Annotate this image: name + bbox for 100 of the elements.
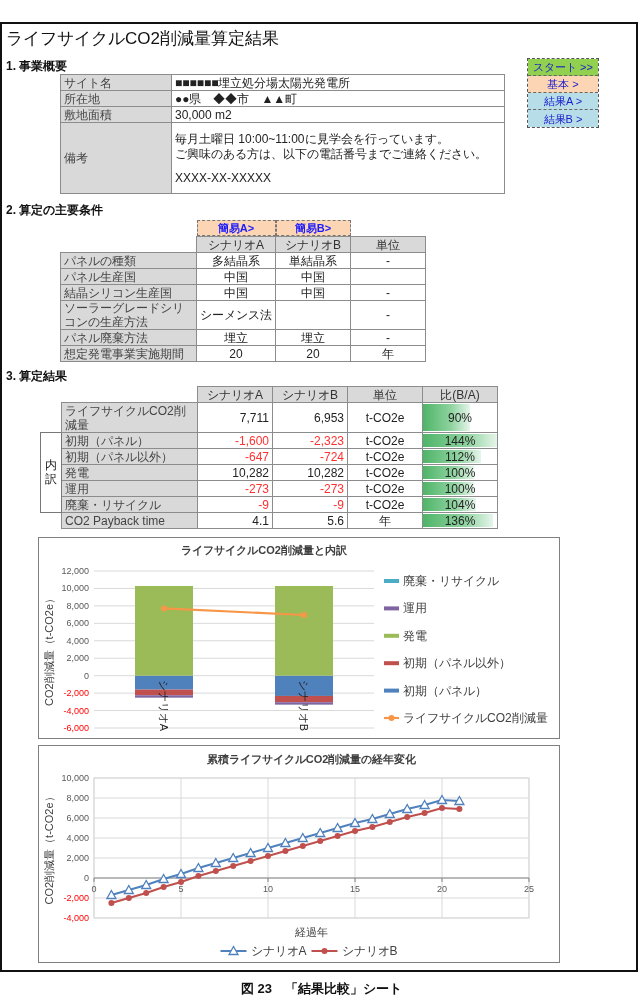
table-cell: 多結晶系 xyxy=(196,252,276,269)
phone-number: XXXX-XX-XXXXX xyxy=(175,170,273,185)
ratio-value: 136% xyxy=(444,513,476,528)
axis-tick-label: 10,000 xyxy=(61,773,89,783)
table-cell: 中国 xyxy=(196,268,276,285)
table-cell: シーメンス法 xyxy=(196,300,276,330)
axis-tick-label: 10 xyxy=(263,884,273,894)
legend-line-icon xyxy=(310,948,339,954)
column-header: 比(B/A) xyxy=(422,386,498,403)
table-cell: 6,953 xyxy=(272,402,348,433)
table-cell: 埋立 xyxy=(196,329,276,346)
axis-title: CO2削減量（t-CO2e） xyxy=(43,791,55,905)
legend-swatch-icon xyxy=(384,606,399,611)
table-cell: ●●県 ◆◆市 ▲▲町 xyxy=(171,90,505,107)
table-cell: -273 xyxy=(197,480,273,497)
column-header: シナリオA xyxy=(197,386,273,403)
column-header: 単位 xyxy=(347,386,423,403)
preset-button[interactable]: 簡易A> xyxy=(196,220,276,236)
table-cell: 20 xyxy=(275,345,351,362)
table-cell: -647 xyxy=(197,448,273,465)
table-cell: 埋立 xyxy=(275,329,351,346)
axis-tick-label: -4,000 xyxy=(63,705,89,716)
column-header: シナリオB xyxy=(272,386,348,403)
ratio-value: 144% xyxy=(444,433,476,448)
nav-button[interactable]: 基本 > xyxy=(528,76,598,93)
ratio-value: 90% xyxy=(448,410,472,425)
category-label: シナリオA xyxy=(158,679,170,731)
axis-tick-label: 0 xyxy=(91,884,97,894)
table-cell: t-CO2e xyxy=(347,464,423,481)
note-text: ご興味のある方は、以下の電話番号までご連絡ください。 xyxy=(175,146,488,162)
axis-tick-label: 0 xyxy=(84,670,89,681)
table-cell: - xyxy=(350,252,426,269)
ratio-value: 100% xyxy=(444,481,476,496)
axis-tick-label: 10,000 xyxy=(61,583,89,594)
row-label: ソーラーグレードシリコンの生産方法 xyxy=(60,300,197,330)
table-cell: ■■■■■■埋立処分場太陽光発電所 xyxy=(171,74,505,91)
axis-tick-label: 0 xyxy=(84,873,89,883)
table-cell: -273 xyxy=(272,480,348,497)
legend-line-icon xyxy=(384,715,399,721)
axis-tick-label: 8,000 xyxy=(66,600,89,611)
legend-label: シナリオB xyxy=(341,944,398,958)
axis-tick-label: 20 xyxy=(437,884,447,894)
section-heading: 3. 算定結果 xyxy=(6,368,69,384)
table-cell: t-CO2e xyxy=(347,448,423,465)
axis-tick-label: 2,000 xyxy=(66,653,89,664)
table-cell: t-CO2e xyxy=(347,480,423,497)
ratio-value: 100% xyxy=(444,465,476,480)
page-title: ライフサイクルCO2削減量算定結果 xyxy=(6,28,280,50)
axis-tick-label: -6,000 xyxy=(63,723,89,733)
axis-tick-label: 12,000 xyxy=(61,566,89,576)
table-cell: -724 xyxy=(272,448,348,465)
data-point xyxy=(301,612,307,618)
axis-title: CO2削減量（t-CO2e） xyxy=(43,592,55,707)
legend-swatch-icon xyxy=(384,579,399,583)
axis-tick-label: 4,000 xyxy=(66,833,89,843)
data-point xyxy=(161,605,167,612)
figure-caption: 図 23 「結果比較」シート xyxy=(239,980,404,998)
row-label: ライフサイクルCO2削減量 xyxy=(61,402,198,433)
table-cell: 中国 xyxy=(275,284,351,301)
table-cell: 5.6 xyxy=(272,512,348,529)
note-text: 毎月土曜日 10:00~11:00に見学会を行っています。 xyxy=(175,131,450,147)
table-cell: - xyxy=(350,329,426,346)
table-cell: t-CO2e xyxy=(347,432,423,449)
table-cell: 単結晶系 xyxy=(275,252,351,269)
table-cell: -9 xyxy=(272,496,348,513)
legend-line-icon xyxy=(219,945,248,956)
chart-title: 累積ライフサイクルCO2削減量の経年変化 xyxy=(206,753,417,765)
axis-tick-label: -2,000 xyxy=(63,893,89,903)
legend-label: 発電 xyxy=(403,628,427,643)
legend-label: 運用 xyxy=(403,601,427,616)
table-cell: -2,323 xyxy=(272,432,348,449)
nav-button[interactable]: 結果A > xyxy=(528,93,598,110)
axis-tick-label: -4,000 xyxy=(63,913,89,923)
category-label: シナリオB xyxy=(298,679,310,731)
column-header: 単位 xyxy=(350,236,426,253)
axis-tick-label: 5 xyxy=(178,884,184,894)
section-heading: 1. 事業概要 xyxy=(6,58,69,74)
table-cell: 4.1 xyxy=(197,512,273,529)
legend-swatch-icon xyxy=(384,688,399,693)
group-label: 内訳 xyxy=(40,432,62,513)
table-cell: 7,711 xyxy=(197,402,273,433)
axis-tick-label: 4,000 xyxy=(66,635,89,646)
table-cell: - xyxy=(350,300,426,330)
axis-title: 経過年 xyxy=(295,926,328,938)
table-cell: 中国 xyxy=(275,268,351,285)
ratio-value: 112% xyxy=(445,449,475,464)
legend-label: シナリオA xyxy=(250,944,307,958)
nav-button[interactable]: スタート >> xyxy=(528,59,598,76)
axis-tick-label: 8,000 xyxy=(66,793,89,803)
axis-tick-label: 25 xyxy=(524,884,534,894)
nav-button[interactable]: 結果B > xyxy=(528,110,598,127)
column-header: シナリオA xyxy=(196,236,276,253)
axis-tick-label: 6,000 xyxy=(66,813,89,823)
axis-tick-label: 15 xyxy=(350,884,360,894)
axis-tick-label: 2,000 xyxy=(66,853,89,863)
preset-button[interactable]: 簡易B> xyxy=(275,220,351,236)
legend-label: ライフサイクルCO2削減量 xyxy=(403,711,548,725)
ratio-value: 104% xyxy=(444,497,476,512)
legend-label: 廃棄・リサイクル xyxy=(403,574,499,588)
axis-tick-label: -2,000 xyxy=(63,688,89,699)
